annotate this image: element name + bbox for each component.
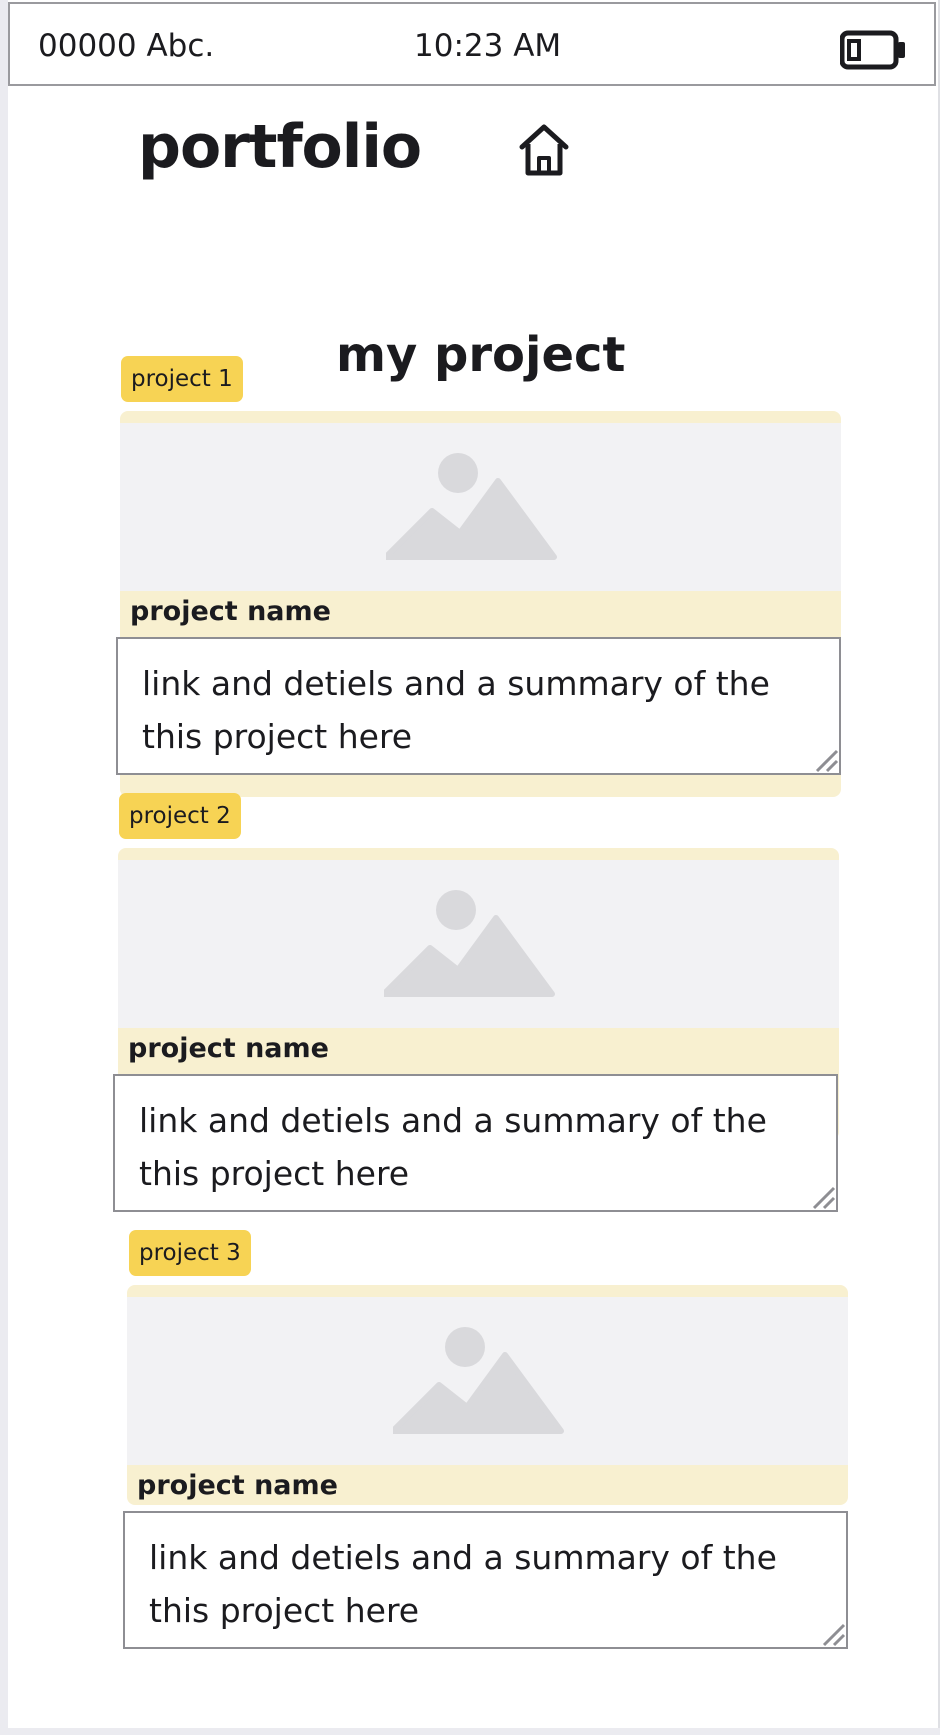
project-description-1[interactable]: link and detiels and a summary of the th… (116, 637, 841, 775)
image-placeholder-icon (386, 453, 557, 560)
project-tag-3: project 3 (129, 1230, 251, 1276)
device-frame-left (0, 0, 8, 1735)
resize-handle-icon[interactable] (810, 1184, 836, 1210)
project-name-2: project name (128, 1033, 329, 1064)
device-frame-bottom (0, 1728, 940, 1735)
home-icon[interactable] (518, 122, 570, 178)
description-line-2: this project here (149, 1591, 420, 1630)
description-line-2: this project here (142, 717, 413, 756)
section-title: my project (336, 327, 626, 383)
clock-time: 10:23 AM (414, 28, 562, 64)
image-placeholder-icon (393, 1327, 564, 1434)
project-image-1 (120, 423, 841, 591)
project-name-3: project name (137, 1470, 338, 1501)
carrier-label: 00000 Abc. (38, 28, 215, 64)
description-line-1: link and detiels and a summary of the (142, 664, 770, 703)
description-line-1: link and detiels and a summary of the (149, 1538, 777, 1577)
battery-icon (840, 30, 905, 70)
project-image-3 (127, 1297, 848, 1465)
status-bar: 00000 Abc. 10:23 AM (8, 2, 936, 86)
description-line-1: link and detiels and a summary of the (139, 1101, 767, 1140)
project-description-3[interactable]: link and detiels and a summary of the th… (123, 1511, 848, 1649)
resize-handle-icon[interactable] (813, 747, 839, 773)
project-tag-1: project 1 (121, 356, 243, 402)
resize-handle-icon[interactable] (820, 1621, 846, 1647)
image-placeholder-icon (384, 890, 555, 997)
description-line-2: this project here (139, 1154, 410, 1193)
project-image-2 (118, 860, 839, 1028)
project-name-1: project name (130, 596, 331, 627)
project-tag-2: project 2 (119, 793, 241, 839)
page-title: portfolio (138, 112, 422, 182)
project-description-2[interactable]: link and detiels and a summary of the th… (113, 1074, 838, 1212)
